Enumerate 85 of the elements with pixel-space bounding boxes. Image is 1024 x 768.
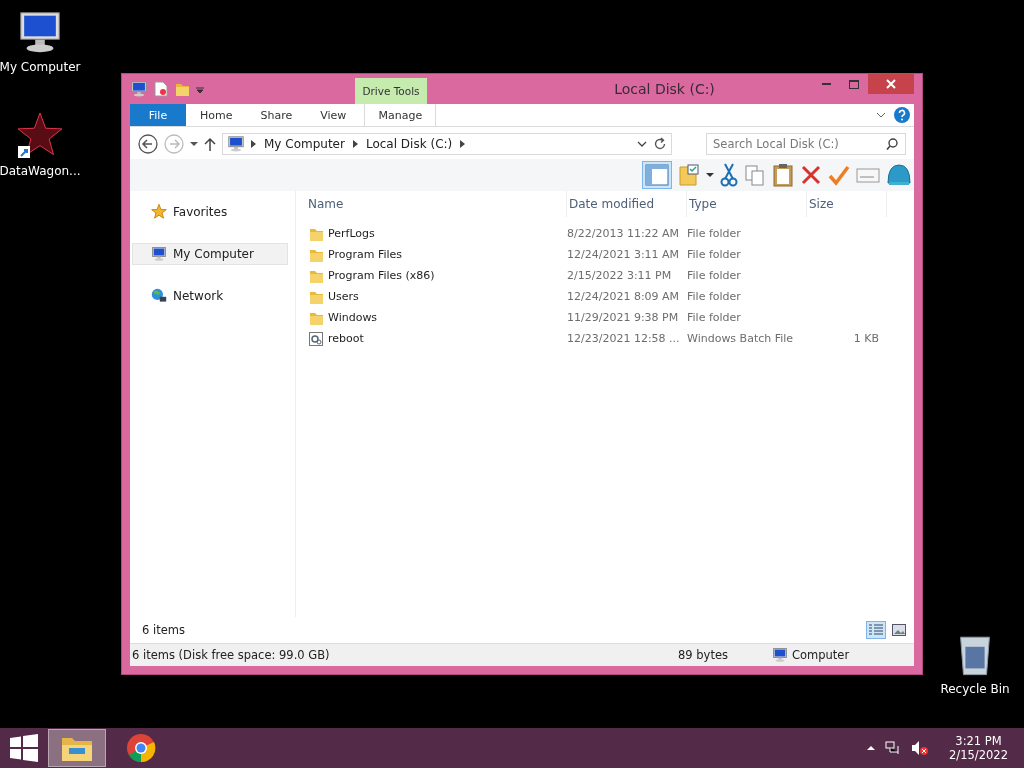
help-icon[interactable] [894,107,910,123]
maximize-icon [849,79,859,89]
image-icon [892,624,906,636]
column-header[interactable]: Size [807,191,887,217]
nav-item[interactable]: Favorites [132,201,288,223]
ribbon-context-label: Drive Tools [355,78,427,104]
search-icon[interactable] [886,138,898,150]
table-cell-text: Windows Batch File [687,332,795,345]
nav-item[interactable]: My Computer [132,243,288,265]
cross-icon[interactable] [800,164,822,186]
breadcrumb[interactable]: Local Disk (C:) [363,137,455,151]
desktop-icon-label[interactable]: Recycle Bin [940,682,1010,696]
nav-item[interactable]: Network [132,285,288,307]
search-field[interactable]: Search Local Disk (C:) [706,133,906,155]
table-cell-text: File folder [687,248,742,261]
item-count: 6 items [142,623,185,637]
ribbon-tab[interactable]: View [306,104,361,126]
file-name[interactable]: Windows [328,311,378,324]
ribbon-tab[interactable]: Home [186,104,247,126]
status-text: Computer [792,648,850,662]
table-cell-text: 12/24/2021 8:09 AM [567,290,681,303]
chevron-down-icon[interactable] [637,140,647,148]
ribbon-tab[interactable]: Manage [364,104,437,126]
clipboard-icon[interactable] [772,163,794,187]
table-cell-text: 1 KB [852,332,880,345]
file-name[interactable]: Program Files (x86) [328,269,435,282]
star-shortcut-icon [16,112,64,160]
batch-file-icon [308,330,324,347]
table-cell-text: File folder [687,227,742,240]
up-arrow-icon[interactable] [204,137,216,151]
back-icon[interactable] [138,134,158,154]
clock-date[interactable]: 2/15/2022 [949,748,1008,762]
column-header[interactable]: Type [687,191,807,217]
ribbon-tab[interactable]: File [130,104,186,126]
folder-check-icon[interactable] [678,164,700,186]
browser-logo-icon [126,733,156,763]
caret-icon[interactable] [190,141,198,147]
chevron-right-icon[interactable] [352,140,358,148]
computer-icon [227,135,245,153]
thumbnail-view-button[interactable] [890,622,908,638]
drive-icon [130,80,148,98]
file-name[interactable]: Program Files [328,248,403,261]
table-cell-text: File folder [687,269,742,282]
status-text: 6 items (Disk free space: 99.0 GB) [131,648,331,662]
chevron-right-icon[interactable] [460,140,466,148]
network-icon[interactable] [885,740,902,756]
globe-icon [151,288,167,304]
scissors-icon[interactable] [720,163,738,187]
windows-logo-icon[interactable] [10,734,38,762]
caret-icon[interactable] [706,172,714,178]
star-icon [151,204,167,220]
chevron-right-icon[interactable] [251,140,256,148]
details-list-icon [868,623,884,637]
muted-speaker-icon[interactable] [911,740,930,756]
table-cell-text: 2/15/2022 3:11 PM [567,269,673,282]
table-cell-text: 12/24/2021 3:11 AM [567,248,681,261]
column-header[interactable]: Name [306,191,567,217]
pane-layout-icon [645,164,669,186]
file-name[interactable]: PerfLogs [328,227,375,240]
ribbon-tab[interactable]: Share [246,104,307,126]
window-title: Local Disk (C:) [613,80,716,99]
computer-icon [772,647,788,663]
check-icon[interactable] [828,164,850,186]
chevron-down-icon[interactable] [876,111,886,119]
table-cell-text: 8/22/2013 11:22 AM [567,227,681,240]
desktop-icon-label[interactable]: DataWagon... [0,164,81,178]
close-button[interactable] [868,74,914,94]
chevron-up-icon[interactable] [867,745,876,751]
table-cell-text: 12/23/2021 12:58 ... [567,332,681,345]
close-icon [886,79,896,89]
refresh-icon[interactable] [653,137,667,151]
table-cell-text: File folder [687,290,742,303]
table-cell-text: File folder [687,311,742,324]
file-name[interactable]: reboot [328,332,364,345]
file-name[interactable]: Users [328,290,359,303]
document-icon[interactable] [154,81,168,97]
desktop-icon-label[interactable]: My Computer [0,60,81,74]
column-header[interactable]: Date modified [567,191,687,217]
status-text: 89 bytes [677,648,729,662]
breadcrumb[interactable]: My Computer [262,137,347,151]
minimize-icon [821,83,831,85]
clock-time[interactable]: 3:21 PM [955,734,1002,748]
table-cell-text: 11/29/2021 9:38 PM [567,311,680,324]
computer-icon [151,246,167,262]
folder-icon [174,81,190,97]
